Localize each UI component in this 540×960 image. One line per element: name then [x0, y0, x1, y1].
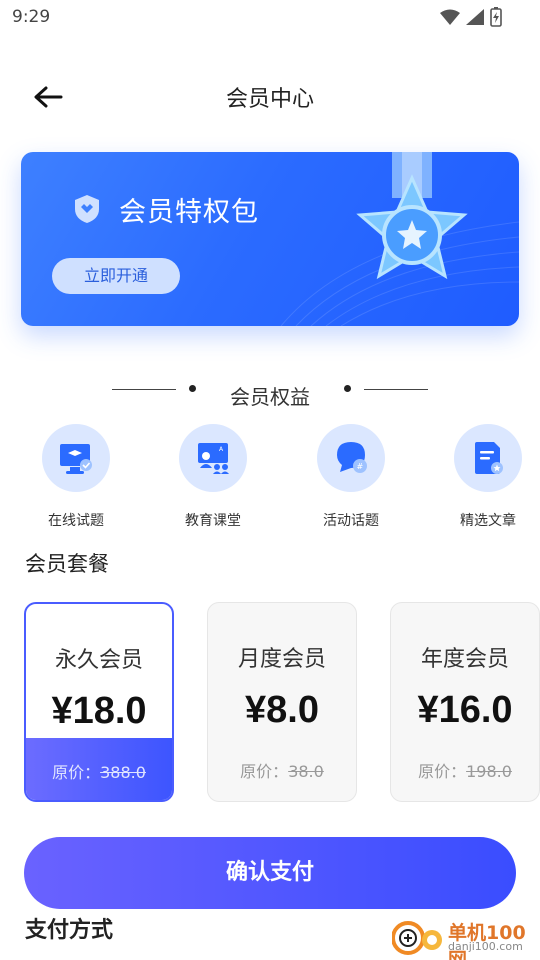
payment-method-title: 支付方式 [25, 918, 114, 943]
star-medal-icon [356, 152, 468, 280]
plan-price: ¥16.0 [417, 689, 513, 731]
svg-text:#: # [357, 462, 364, 471]
watermark-url: danji100.com [448, 940, 523, 953]
article-icon [454, 424, 522, 492]
benefit-articles[interactable]: 精选文章 [433, 424, 540, 530]
watermark-logo-icon [391, 921, 442, 955]
plan-original-price: 原价：38.0 [208, 758, 356, 782]
benefits-grid: 在线试题 A 教育课堂 # 活动话题 精选文章 [0, 424, 540, 534]
original-price-value: 198.0 [466, 762, 512, 781]
benefit-online-exam[interactable]: 在线试题 [21, 424, 131, 530]
plan-card-yearly[interactable]: 年度会员 ¥16.0 原价：198.0 [390, 602, 540, 802]
original-price-label: 原价： [418, 762, 467, 781]
benefits-section-title: 会员权益 [230, 385, 310, 409]
vip-shield-icon [75, 195, 99, 223]
plan-name: 永久会员 [54, 648, 143, 673]
section-dot-right [344, 385, 351, 392]
benefit-label: 活动话题 [323, 513, 379, 529]
activate-now-button[interactable]: 立即开通 [52, 258, 180, 294]
plan-name: 月度会员 [237, 647, 326, 672]
benefit-topics[interactable]: # 活动话题 [296, 424, 406, 530]
plan-card-lifetime[interactable]: 永久会员 ¥18.0 原价：388.0 [24, 602, 174, 802]
signal-icon [466, 9, 484, 25]
original-price-label: 原价： [52, 763, 101, 782]
benefit-label: 教育课堂 [185, 513, 241, 529]
status-time: 9:29 [12, 7, 51, 27]
header: 会员中心 [0, 60, 540, 134]
classroom-icon: A [179, 424, 247, 492]
original-price-value: 38.0 [288, 762, 324, 781]
confirm-payment-button[interactable]: 确认支付 [24, 837, 516, 909]
battery-icon [490, 7, 502, 27]
plan-price: ¥18.0 [51, 690, 147, 732]
page-title: 会员中心 [225, 87, 314, 112]
plan-price: ¥8.0 [245, 689, 319, 731]
watermark-logo: 单机100网 danji100.com [391, 916, 540, 960]
plan-card-monthly[interactable]: 月度会员 ¥8.0 原价：38.0 [207, 602, 357, 802]
benefit-label: 在线试题 [48, 513, 104, 529]
watermark-text: 单机100网 [448, 922, 526, 960]
status-bar: 9:29 [0, 0, 540, 36]
vip-banner: 会员特权包 立即开通 [21, 152, 519, 326]
online-exam-icon [42, 424, 110, 492]
banner-title: 会员特权包 [119, 197, 259, 228]
plan-original-price: 原价：388.0 [26, 759, 172, 783]
topic-chat-icon: # [317, 424, 385, 492]
section-divider-right [364, 389, 428, 390]
benefit-label: 精选文章 [460, 513, 516, 529]
status-icons [440, 7, 502, 27]
page: 9:29 会员中心 会员特权包 立即开通 会员权益 在线试题 A 教育课堂 # … [0, 0, 540, 960]
plan-original-price: 原价：198.0 [391, 758, 539, 782]
benefit-classroom[interactable]: A 教育课堂 [158, 424, 268, 530]
original-price-value: 388.0 [100, 763, 146, 782]
plan-name: 年度会员 [420, 647, 509, 672]
wifi-icon [440, 9, 460, 25]
plans-section-title: 会员套餐 [25, 552, 109, 576]
original-price-label: 原价： [240, 762, 289, 781]
